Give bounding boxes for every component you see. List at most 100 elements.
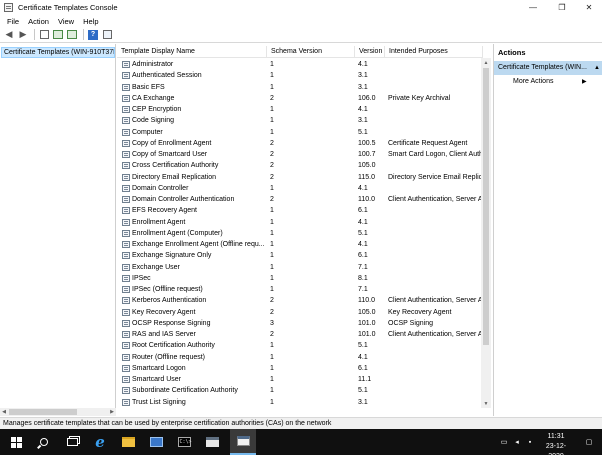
menu-help[interactable]: Help: [83, 17, 98, 26]
intended-purposes-cell: [388, 340, 483, 351]
version-cell: 4.1: [358, 353, 368, 361]
table-row[interactable]: CA Exchange 2 106.0 Private Key Archival: [117, 93, 483, 104]
start-button[interactable]: [3, 429, 29, 455]
template-name-cell: Basic EFS: [132, 83, 165, 91]
table-row[interactable]: EFS Recovery Agent 1 6.1: [117, 205, 483, 216]
menu-action[interactable]: Action: [28, 17, 49, 26]
tray-alert-icon[interactable]: ▪: [524, 429, 536, 455]
tree-horizontal-scrollbar[interactable]: ◀ ▶: [0, 408, 116, 416]
template-name-cell: Kerberos Authentication: [132, 297, 207, 305]
table-row[interactable]: Copy of Enrollment Agent 2 100.5 Certificat…: [117, 138, 483, 149]
certificate-template-icon: [122, 106, 130, 113]
table-row[interactable]: Computer 1 5.1: [117, 127, 483, 138]
server-manager-button[interactable]: [143, 429, 169, 455]
more-actions-item[interactable]: More Actions ▶: [513, 76, 587, 88]
column-schema-version[interactable]: Schema Version: [267, 46, 355, 58]
collapse-caret-icon[interactable]: ▲: [594, 61, 600, 75]
export-list-button[interactable]: [52, 29, 64, 41]
table-row[interactable]: Trust List Signing 1 3.1: [117, 397, 483, 408]
tray-speaker-icon[interactable]: ◂: [511, 429, 523, 455]
menu-file[interactable]: File: [7, 17, 19, 26]
table-row[interactable]: Enrollment Agent (Computer) 1 5.1: [117, 228, 483, 239]
table-row[interactable]: Router (Offline request) 1 4.1: [117, 352, 483, 363]
back-arrow-icon[interactable]: ◀: [3, 29, 15, 41]
table-row[interactable]: CEP Encryption 1 4.1: [117, 104, 483, 115]
internet-explorer-button[interactable]: e: [87, 429, 113, 455]
tray-network-icon[interactable]: ▭: [498, 429, 510, 455]
table-row[interactable]: Cross Certification Authority 2 105.0: [117, 160, 483, 171]
template-name-cell: Exchange Enrollment Agent (Offline requ.…: [132, 241, 265, 248]
system-clock[interactable]: 11:31 23-12-2020: [539, 432, 573, 455]
search-button[interactable]: [31, 429, 57, 455]
intended-purposes-cell: Directory Service Email Replica: [388, 173, 483, 181]
maximize-button[interactable]: ❐: [549, 0, 575, 15]
version-cell: 11.1: [358, 376, 372, 383]
table-row[interactable]: Smartcard Logon 1 6.1: [117, 363, 483, 374]
minimize-button[interactable]: —: [520, 0, 546, 15]
list-vertical-scrollbar[interactable]: ▲ ▼: [481, 58, 491, 408]
certificate-template-icon: [122, 398, 130, 406]
table-row[interactable]: Domain Controller 1 4.1: [117, 183, 483, 194]
folder-icon: [121, 437, 135, 447]
table-row[interactable]: IPSec (Offline request) 1 7.1: [117, 284, 483, 295]
notification-icon[interactable]: ▢: [583, 429, 595, 455]
scrollbar-thumb[interactable]: [483, 68, 489, 345]
certificate-console-taskbar-button[interactable]: [230, 429, 256, 455]
certificate-template-icon: [122, 61, 130, 68]
certificate-template-icon: [122, 207, 130, 215]
schema-version-cell: 2: [270, 94, 274, 102]
table-row[interactable]: Administrator 1 4.1: [117, 59, 483, 70]
version-cell: 8.1: [358, 274, 368, 282]
certificate-template-icon: [122, 241, 130, 248]
table-row[interactable]: Directory Email Replication 2 115.0 Directo…: [117, 172, 483, 183]
scroll-up-arrow-icon[interactable]: ▲: [481, 58, 491, 67]
tree-item-certificate-templates[interactable]: Certificate Templates (WIN-910T37F5I: [1, 47, 115, 58]
table-row[interactable]: Authenticated Session 1 3.1: [117, 70, 483, 81]
template-name-cell: Computer: [132, 128, 163, 136]
table-row[interactable]: RAS and IAS Server 2 101.0 Client Authentic…: [117, 329, 483, 340]
file-manager-button[interactable]: [199, 429, 225, 455]
intended-purposes-cell: [388, 217, 483, 228]
forward-arrow-icon[interactable]: ▶: [17, 29, 29, 41]
intended-purposes-cell: [388, 104, 483, 115]
clock-time: 11:31: [547, 433, 565, 440]
table-row[interactable]: Exchange Enrollment Agent (Offline requ.…: [117, 239, 483, 250]
table-row[interactable]: Code Signing 1 3.1: [117, 115, 483, 126]
file-explorer-button[interactable]: [115, 429, 141, 455]
task-view-button[interactable]: [59, 429, 85, 455]
table-row[interactable]: Exchange Signature Only 1 6.1: [117, 250, 483, 261]
properties-button[interactable]: [101, 29, 113, 41]
template-name-cell: Root Certification Authority: [132, 342, 215, 350]
column-version[interactable]: Version: [355, 46, 385, 58]
command-prompt-button[interactable]: C:\>: [171, 429, 197, 455]
template-name-cell: CEP Encryption: [132, 106, 182, 113]
table-row[interactable]: Enrollment Agent 1 4.1: [117, 217, 483, 228]
show-hide-tree-button[interactable]: [38, 29, 50, 41]
refresh-button[interactable]: [66, 29, 78, 41]
table-row[interactable]: Root Certification Authority 1 5.1: [117, 340, 483, 351]
table-row[interactable]: Exchange User 1 7.1: [117, 262, 483, 273]
table-row[interactable]: Kerberos Authentication 2 110.0 Client Auth…: [117, 295, 483, 306]
table-row[interactable]: Key Recovery Agent 2 105.0 Key Recovery Age…: [117, 307, 483, 318]
table-row[interactable]: OCSP Response Signing 3 101.0 OCSP Signing: [117, 318, 483, 329]
close-button[interactable]: ✕: [576, 0, 602, 15]
schema-version-cell: 1: [270, 376, 274, 383]
table-row[interactable]: Subordinate Certification Authority 1 5.1: [117, 385, 483, 396]
scroll-down-arrow-icon[interactable]: ▼: [481, 399, 491, 408]
column-intended-purposes[interactable]: Intended Purposes: [385, 46, 483, 58]
table-row[interactable]: Basic EFS 1 3.1: [117, 82, 483, 93]
table-row[interactable]: Smartcard User 1 11.1: [117, 374, 483, 385]
version-cell: 105.0: [358, 308, 376, 316]
schema-version-cell: 2: [270, 173, 274, 181]
scroll-left-arrow-icon[interactable]: ◀: [0, 408, 8, 416]
scrollbar-thumb[interactable]: [9, 409, 77, 415]
table-row[interactable]: Copy of Smartcard User 2 100.7 Smart Card L…: [117, 149, 483, 160]
scroll-right-arrow-icon[interactable]: ▶: [108, 408, 116, 416]
help-button[interactable]: ?: [87, 29, 99, 41]
table-row[interactable]: IPSec 1 8.1: [117, 273, 483, 284]
search-icon: [40, 438, 48, 446]
column-template-display-name[interactable]: Template Display Name: [117, 46, 267, 58]
table-row[interactable]: Domain Controller Authentication 2 110.0 Cl…: [117, 194, 483, 205]
actions-group-certificate-templates[interactable]: Certificate Templates (WIN... ▲: [494, 61, 602, 75]
menu-view[interactable]: View: [58, 17, 74, 26]
